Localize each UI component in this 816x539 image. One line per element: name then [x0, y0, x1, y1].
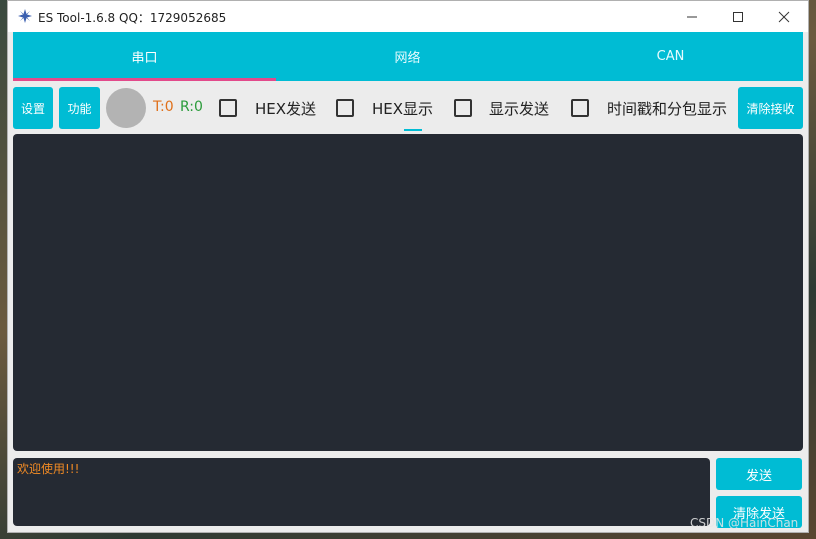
- hex-display-indicator: [404, 129, 422, 131]
- send-input[interactable]: 欢迎使用!!!: [13, 458, 710, 526]
- receive-area[interactable]: [13, 134, 803, 451]
- app-window: ES Tool-1.6.8 QQ：1729052685 串口 网络 CAN 设置…: [7, 0, 809, 533]
- tx-counter: T:0: [153, 99, 174, 115]
- minimize-icon: [687, 16, 697, 17]
- window-title: ES Tool-1.6.8 QQ：1729052685: [38, 11, 227, 25]
- app-flower-icon: [17, 8, 33, 24]
- clear-receive-button[interactable]: 清除接收: [738, 87, 803, 129]
- maximize-icon: [733, 11, 743, 22]
- tab-serial[interactable]: 串口: [13, 32, 276, 81]
- tab-network[interactable]: 网络: [276, 32, 539, 81]
- function-button[interactable]: 功能: [59, 87, 100, 129]
- close-button[interactable]: [761, 1, 807, 32]
- connection-status-indicator: [106, 88, 146, 128]
- minimize-button[interactable]: [669, 1, 715, 32]
- hex-display-checkbox[interactable]: [336, 99, 354, 117]
- tab-can[interactable]: CAN: [539, 32, 802, 81]
- hex-display-label: HEX显示: [372, 100, 434, 118]
- title-bar[interactable]: ES Tool-1.6.8 QQ：1729052685: [8, 1, 808, 32]
- hex-send-checkbox[interactable]: [219, 99, 237, 117]
- close-icon: [778, 11, 790, 22]
- tab-serial-label: 串口: [131, 51, 158, 66]
- hex-send-label: HEX发送: [255, 100, 317, 118]
- tab-bar: 串口 网络 CAN: [13, 32, 803, 81]
- timestamp-label: 时间戳和分包显示: [607, 100, 728, 118]
- tab-network-label: 网络: [394, 51, 421, 66]
- send-button[interactable]: 发送: [716, 458, 802, 490]
- maximize-button[interactable]: [715, 1, 761, 32]
- watermark: CSDN @HainChan: [690, 516, 799, 530]
- show-send-checkbox[interactable]: [454, 99, 472, 117]
- tab-can-label: CAN: [656, 49, 685, 64]
- timestamp-checkbox[interactable]: [571, 99, 589, 117]
- rx-counter: R:0: [180, 99, 203, 115]
- settings-button[interactable]: 设置: [13, 87, 53, 129]
- toolbar: 设置 功能 T:0 R:0 HEX发送 HEX显示 显示发送 时间戳和分包显示 …: [13, 85, 803, 131]
- active-tab-indicator: [13, 78, 276, 81]
- show-send-label: 显示发送: [489, 100, 550, 118]
